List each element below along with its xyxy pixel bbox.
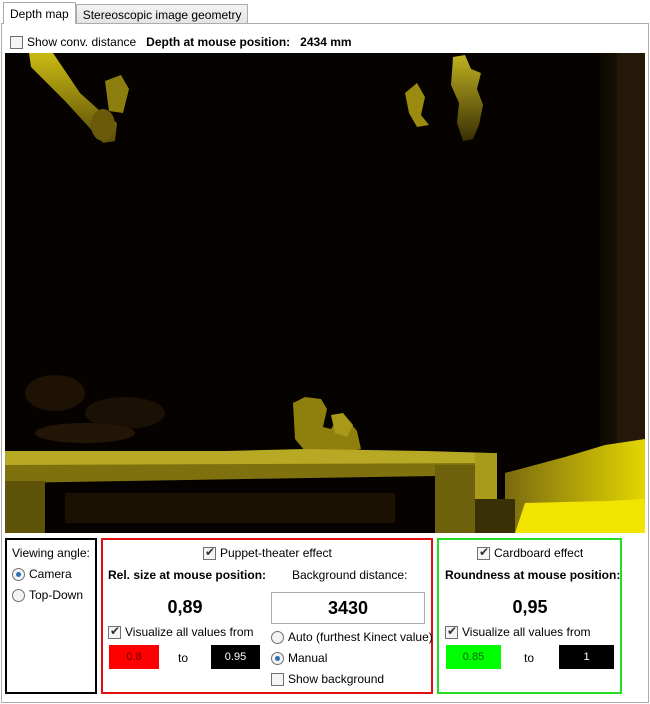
depth-map-graphic — [5, 53, 645, 533]
checkbox-icon[interactable] — [271, 672, 284, 686]
cardboard-from-color-swatch[interactable]: 0.85 — [446, 645, 501, 669]
bg-auto-option[interactable]: Auto (furthest Kinect value) — [271, 630, 433, 644]
checkbox-icon[interactable] — [108, 624, 121, 639]
cardboard-label: Cardboard effect — [494, 546, 584, 560]
bg-manual-option[interactable]: Manual — [271, 651, 327, 665]
cardboard-visualize-toggle[interactable]: Visualize all values from — [445, 624, 591, 639]
tab-strip: Depth map Stereoscopic image geometry — [3, 2, 249, 24]
show-background-label: Show background — [288, 672, 385, 686]
tab-stereoscopic-geometry[interactable]: Stereoscopic image geometry — [75, 4, 249, 24]
radio-icon[interactable] — [271, 651, 284, 665]
viewing-angle-group — [5, 538, 97, 694]
depth-at-mouse-value: 2434 mm — [300, 35, 352, 49]
tab-depth-map[interactable]: Depth map — [3, 2, 76, 24]
puppet-theater-label: Puppet-theater effect — [220, 546, 332, 560]
radio-icon[interactable] — [271, 630, 284, 644]
viewing-angle-title: Viewing angle: — [12, 546, 90, 560]
radio-icon[interactable] — [12, 588, 25, 602]
depth-at-mouse-label: Depth at mouse position: — [146, 35, 291, 49]
checkbox-icon[interactable] — [445, 624, 458, 639]
show-conv-distance-checkbox[interactable] — [10, 35, 23, 49]
bg-auto-label: Auto (furthest Kinect value) — [288, 630, 433, 644]
cardboard-toggle[interactable]: Cardboard effect — [477, 545, 584, 560]
puppet-to-label: to — [178, 651, 189, 665]
cardboard-to-label: to — [524, 651, 535, 665]
cardboard-visualize-label: Visualize all values from — [462, 625, 591, 639]
background-distance-field[interactable]: 3430 — [271, 592, 425, 624]
puppet-from-color-swatch[interactable]: 0.8 — [109, 645, 159, 669]
viewing-angle-topdown-option[interactable]: Top-Down — [12, 588, 83, 602]
puppet-to-color-swatch[interactable]: 0.95 — [211, 645, 260, 669]
bg-manual-label: Manual — [288, 651, 328, 665]
show-conv-distance-label[interactable]: Show conv. distance — [27, 35, 136, 49]
puppet-theater-toggle[interactable]: Puppet-theater effect — [203, 545, 332, 560]
radio-icon[interactable] — [12, 567, 25, 581]
depth-map-image[interactable] — [5, 53, 645, 533]
cardboard-to-color-swatch[interactable]: 1 — [559, 645, 614, 669]
background-distance-label: Background distance: — [292, 568, 408, 582]
show-background-toggle[interactable]: Show background — [271, 672, 384, 686]
roundness-label: Roundness at mouse position: — [445, 568, 621, 582]
rel-size-value: 0,89 — [167, 597, 203, 617]
topdown-option-label: Top-Down — [29, 588, 84, 602]
puppet-visualize-label: Visualize all values from — [125, 625, 254, 639]
camera-option-label: Camera — [29, 567, 72, 581]
roundness-value: 0,95 — [512, 597, 548, 617]
viewing-angle-camera-option[interactable]: Camera — [12, 567, 72, 581]
checkbox-icon[interactable] — [203, 545, 216, 560]
checkbox-icon[interactable] — [477, 545, 490, 560]
rel-size-label: Rel. size at mouse position: — [108, 568, 267, 582]
puppet-visualize-toggle[interactable]: Visualize all values from — [108, 624, 254, 639]
toolbar-row: Show conv. distance Depth at mouse posit… — [10, 34, 352, 50]
